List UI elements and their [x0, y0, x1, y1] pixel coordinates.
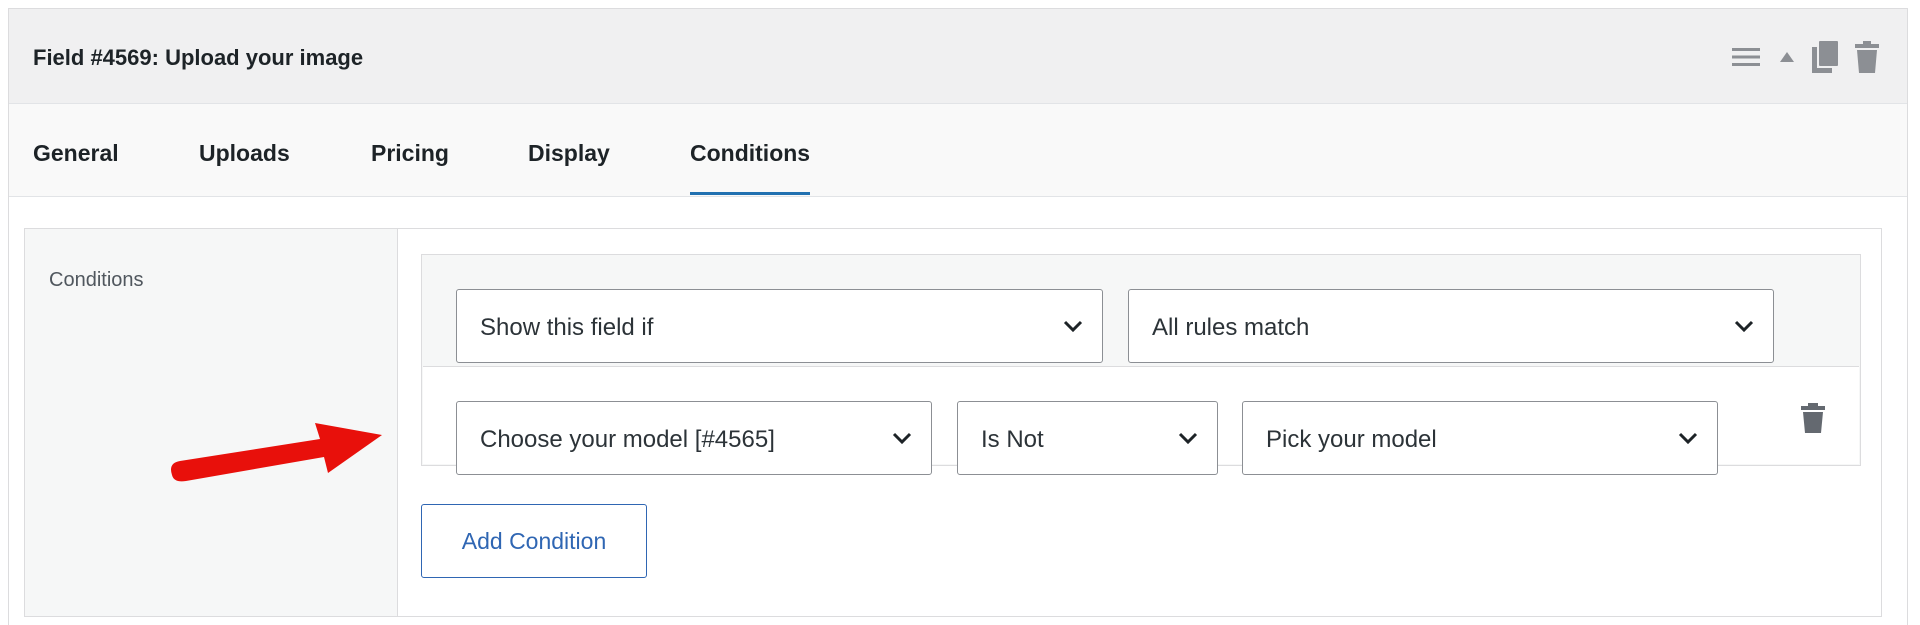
tab-uploads[interactable]: Uploads	[199, 104, 290, 197]
tab-display[interactable]: Display	[528, 104, 610, 197]
trash-icon[interactable]	[1853, 41, 1881, 73]
red-arrow-annotation-icon	[171, 423, 382, 482]
rule-value-value: Pick your model	[1266, 426, 1437, 453]
rule-field-select[interactable]: Choose your model [#4565]	[456, 401, 932, 475]
match-select[interactable]: All rules match	[1128, 289, 1774, 363]
rule-field-value: Choose your model [#4565]	[480, 426, 775, 453]
delete-rule-trash-icon[interactable]	[1798, 400, 1828, 434]
panel-header: Field #4569: Upload your image	[9, 9, 1907, 104]
chevron-down-icon	[892, 432, 912, 445]
conditions-label: Conditions	[49, 269, 144, 291]
menu-icon[interactable]	[1731, 47, 1761, 67]
tab-conditions[interactable]: Conditions	[690, 104, 811, 197]
chevron-down-icon	[1678, 432, 1698, 445]
duplicate-icon[interactable]	[1809, 41, 1841, 73]
collapse-up-icon[interactable]	[1777, 52, 1797, 62]
rule-operator-select[interactable]: Is Not	[957, 401, 1218, 475]
chevron-down-icon	[1734, 320, 1754, 333]
tab-bar: General Uploads Pricing Display Conditio…	[9, 104, 1907, 197]
rule-value-select[interactable]: Pick your model	[1242, 401, 1718, 475]
visibility-select[interactable]: Show this field if	[456, 289, 1103, 363]
chevron-down-icon	[1063, 320, 1083, 333]
chevron-down-icon	[1178, 432, 1198, 445]
add-condition-button[interactable]: Add Condition	[421, 504, 647, 578]
match-select-value: All rules match	[1152, 314, 1310, 341]
header-actions	[1731, 39, 1881, 75]
tab-pricing[interactable]: Pricing	[371, 104, 449, 197]
tab-general[interactable]: General	[33, 104, 119, 197]
rule-operator-value: Is Not	[981, 426, 1044, 453]
panel-title: Field #4569: Upload your image	[33, 45, 364, 70]
visibility-select-value: Show this field if	[480, 314, 654, 341]
